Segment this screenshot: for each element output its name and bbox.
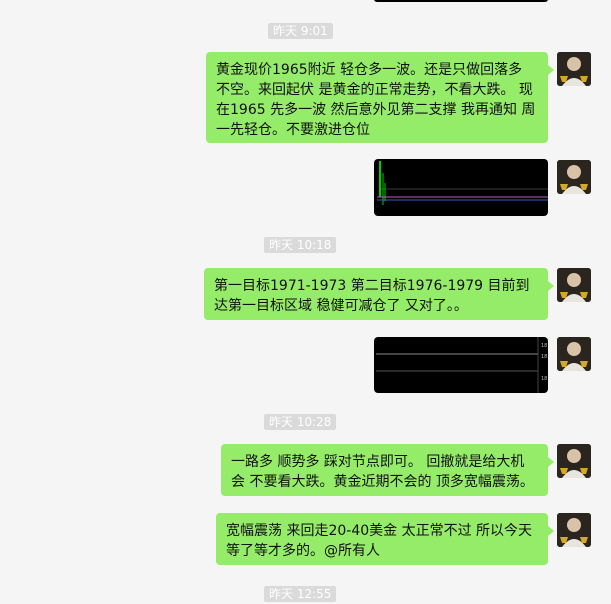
chart-axis-tick: 18 (541, 376, 547, 382)
text-message[interactable]: 一路多 顺势多 踩对节点即可。 回撤就是给大机会 不要看大跌。黄金近期不会的 顶… (221, 444, 554, 496)
image-message-top-cropped[interactable] (374, 0, 548, 2)
text-message[interactable]: 黄金现价1965附近 轻仓多一波。还是只做回落多 不空。来回起伏 是黄金的正常走… (206, 52, 554, 143)
timestamp: 昨天 10:18 (264, 237, 337, 253)
chart-axis-tick: 18 (541, 354, 547, 360)
avatar[interactable] (557, 52, 591, 86)
timestamp: 昨天 9:01 (268, 23, 333, 39)
chart-image-message[interactable]: 18 18 18 (374, 337, 548, 393)
avatar[interactable] (557, 160, 591, 194)
avatar[interactable] (557, 337, 591, 371)
avatar[interactable] (557, 444, 591, 478)
chart-image-message[interactable] (374, 159, 548, 216)
text-message[interactable]: 第一目标1971-1973 第二目标1976-1979 目前到达第一目标区域 稳… (204, 268, 554, 320)
timestamp: 昨天 12:55 (264, 586, 337, 602)
text-message[interactable]: 宽幅震荡 来回走20-40美金 太正常不过 所以今天等了等才多的。@所有人 (216, 513, 554, 565)
avatar[interactable] (557, 513, 591, 547)
avatar[interactable] (557, 268, 591, 302)
chart-axis-tick: 18 (541, 343, 547, 349)
timestamp: 昨天 10:28 (264, 414, 337, 430)
